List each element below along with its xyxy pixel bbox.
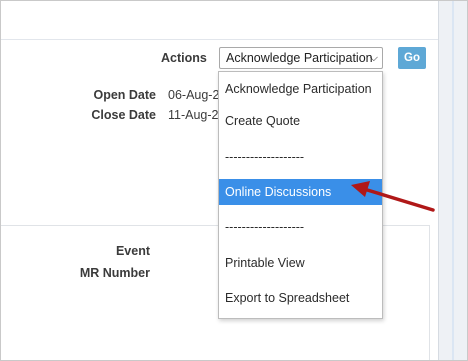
menu-separator: ------------------- [225,220,305,234]
event-label: Event [115,244,150,258]
actions-select-value: Acknowledge Participation [226,51,373,65]
open-date-label: Open Date [93,88,156,102]
close-date-label: Close Date [91,108,156,122]
actions-dropdown-menu[interactable]: Acknowledge Participation Create Quote -… [218,71,383,319]
menu-item-acknowledge-participation[interactable]: Acknowledge Participation [219,78,382,100]
menu-item-printable-view[interactable]: Printable View [219,252,382,274]
close-date-value: 11-Aug-2 [168,108,218,122]
open-date-value: 06-Aug-2 [168,88,218,102]
right-panel-divider [452,1,454,360]
menu-item-online-discussions[interactable]: Online Discussions [219,179,382,205]
header-divider [1,39,438,40]
menu-separator: ------------------- [225,150,305,164]
menu-item-create-quote[interactable]: Create Quote [219,110,382,132]
go-button[interactable]: Go [398,47,426,69]
actions-label: Actions [161,51,207,65]
chevron-down-icon: ⌵ [369,52,378,64]
menu-item-export-to-spreadsheet[interactable]: Export to Spreadsheet [219,287,382,309]
page-frame: Actions Acknowledge Participation ⌵ Go O… [0,0,468,361]
actions-select[interactable]: Acknowledge Participation ⌵ [219,47,383,69]
mr-number-label: MR Number [79,266,150,280]
